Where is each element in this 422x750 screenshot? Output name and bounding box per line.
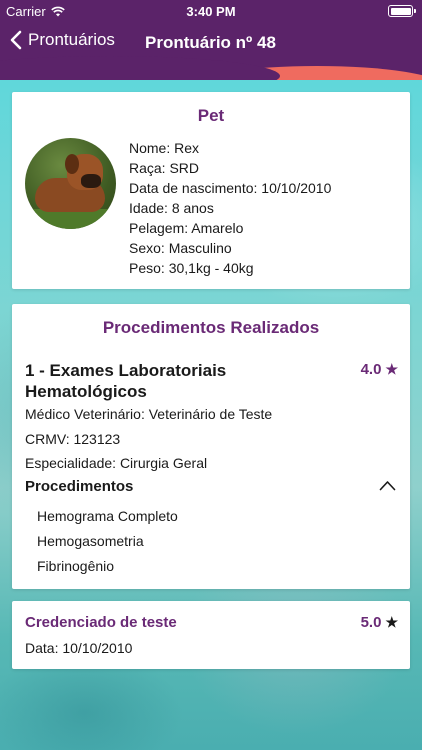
procedures-card: Procedimentos Realizados 1 - Exames Labo… bbox=[12, 304, 410, 589]
pet-sex: Sexo: Masculino bbox=[129, 240, 232, 256]
partner-date: Data: 10/10/2010 bbox=[25, 640, 133, 656]
vet-name: Médico Veterinário: Veterinário de Teste bbox=[25, 406, 273, 422]
pet-birthdate: Data de nascimento: 10/10/2010 bbox=[129, 180, 332, 196]
status-bar: Carrier 3:40 PM bbox=[0, 0, 422, 22]
star-icon: ★ bbox=[385, 361, 398, 377]
battery-icon bbox=[388, 5, 416, 17]
pet-weight: Peso: 30,1kg - 40kg bbox=[129, 260, 254, 276]
pet-info: Nome: Rex Raça: SRD Data de nascimento: … bbox=[129, 138, 331, 278]
exam-rating: 4.0 ★ bbox=[361, 361, 398, 378]
pet-breed: Raça: SRD bbox=[129, 160, 200, 176]
pet-card-title: Pet bbox=[197, 106, 225, 125]
clock: 3:40 PM bbox=[186, 4, 236, 19]
partner-name: Credenciado de teste bbox=[25, 614, 177, 631]
procedure-item: Hemograma Completo bbox=[37, 508, 178, 524]
vet-specialty: Especialidade: Cirurgia Geral bbox=[25, 455, 208, 471]
chevron-left-icon bbox=[10, 30, 22, 50]
partner-card[interactable]: Credenciado de teste 5.0 ★ Data: 10/10/2… bbox=[12, 601, 410, 669]
procedure-item: Hemogasometria bbox=[37, 533, 144, 549]
header-wave-purple bbox=[0, 56, 280, 80]
avatar-grass bbox=[25, 209, 116, 229]
avatar-dog-ear bbox=[65, 154, 79, 174]
procedures-card-title: Procedimentos Realizados bbox=[102, 318, 320, 337]
back-button[interactable]: Prontuários bbox=[10, 30, 115, 50]
star-icon: ★ bbox=[385, 614, 398, 630]
header: Carrier 3:40 PM Prontuários Prontuário n… bbox=[0, 0, 422, 80]
navigation-bar: Prontuários Prontuário nº 48 bbox=[0, 28, 422, 58]
chevron-up-icon[interactable] bbox=[379, 480, 396, 491]
pet-avatar bbox=[25, 138, 116, 229]
partner-rating: 5.0 ★ bbox=[361, 614, 398, 631]
back-label: Prontuários bbox=[28, 30, 115, 49]
pet-name: Nome: Rex bbox=[129, 140, 200, 156]
pet-card: Pet Nome: Rex Raça: SRD Data de nascimen… bbox=[12, 92, 410, 289]
page-title: Prontuário nº 48 bbox=[145, 33, 276, 52]
pet-coat: Pelagem: Amarelo bbox=[129, 220, 244, 236]
pet-age: Idade: 8 anos bbox=[129, 200, 214, 216]
procedure-item: Fibrinogênio bbox=[37, 558, 115, 574]
exam-name: 1 - Exames Laboratoriais Hematológicos bbox=[25, 361, 227, 401]
exam-rating-value: 4.0 bbox=[360, 361, 382, 378]
procedures-subtitle: Procedimentos bbox=[25, 478, 134, 495]
avatar-dog-muzzle bbox=[81, 174, 101, 188]
partner-rating-value: 5.0 bbox=[360, 614, 382, 631]
vet-crmv: CRMV: 123123 bbox=[25, 431, 121, 447]
